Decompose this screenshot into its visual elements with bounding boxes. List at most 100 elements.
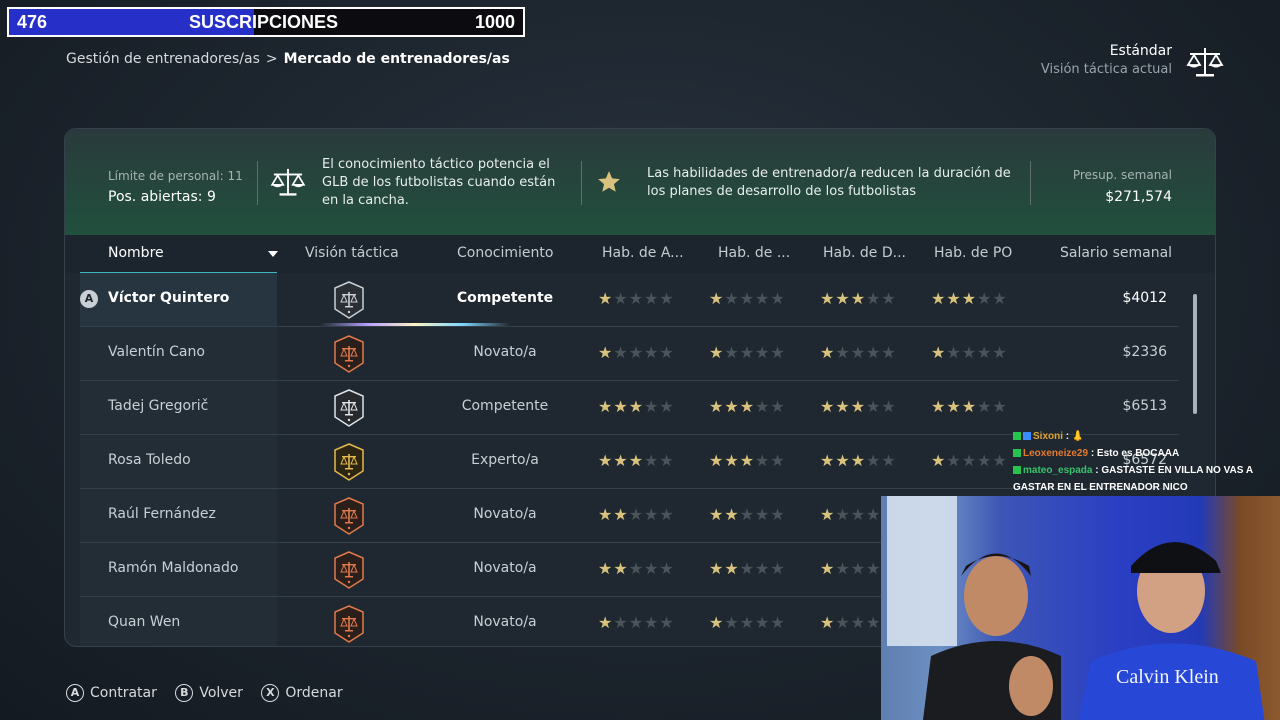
a-button-icon: A (80, 290, 98, 308)
tactic-badge-icon (334, 335, 364, 373)
star-icon: ★ (598, 451, 614, 470)
star-icon: ★ (946, 451, 962, 470)
star-icon: ★ (613, 289, 629, 308)
column-header-salary[interactable]: Salario semanal (1060, 245, 1172, 261)
knowledge-level: Competente (461, 398, 549, 414)
star-icon: ★ (866, 397, 882, 416)
star-icon: ★ (613, 397, 629, 416)
column-header-tactic[interactable]: Visión táctica (305, 245, 399, 261)
star-icon: ★ (739, 505, 756, 524)
skill-rating: ★★★★★ (820, 289, 897, 308)
star-icon: ★ (835, 451, 851, 470)
staff-limit: Límite de personal: 11 (108, 169, 243, 183)
star-icon: ★ (598, 397, 614, 416)
star-icon: ★ (881, 397, 897, 416)
star-icon: ★ (850, 289, 867, 308)
star-icon: ★ (992, 397, 1008, 416)
knowledge-level: Competente (456, 290, 554, 306)
star-icon: ★ (835, 613, 851, 632)
star-icon: ★ (866, 451, 882, 470)
star-icon: ★ (613, 343, 629, 362)
chat-badge-icon (1023, 432, 1031, 441)
star-icon: ★ (628, 613, 645, 632)
star-icon: ★ (628, 343, 645, 362)
subscriber-count: 476 (17, 12, 48, 32)
star-icon: ★ (598, 613, 614, 632)
skill-rating: ★★★★★ (709, 289, 786, 308)
column-header-skill-d[interactable]: Hab. de D... (823, 245, 906, 261)
star-icon: ★ (820, 451, 836, 470)
tactic-badge-icon (334, 443, 364, 481)
star-icon: ★ (659, 613, 675, 632)
tactic-badge-icon (334, 281, 364, 319)
star-icon: ★ (628, 451, 645, 470)
info-banner: Límite de personal: 11 Pos. abiertas: 9 … (65, 129, 1215, 235)
knowledge-level: Novato/a (473, 506, 537, 522)
sort-button[interactable]: X Ordenar (261, 684, 343, 702)
skill-rating: ★★★★★ (709, 397, 786, 416)
star-icon: ★ (992, 289, 1008, 308)
star-icon: ★ (961, 343, 978, 362)
star-icon: ★ (644, 343, 660, 362)
tactic-name: Estándar (1109, 43, 1172, 59)
star-icon: ★ (820, 559, 836, 578)
weekly-budget-label: Presup. semanal (1072, 168, 1172, 182)
scrollbar[interactable] (1193, 294, 1197, 414)
star-icon: ★ (709, 451, 725, 470)
coach-name: Tadej Gregorič (108, 398, 209, 414)
streamer-left-image (923, 553, 1061, 720)
skill-rating: ★★★★★ (598, 559, 675, 578)
column-header-skill-po[interactable]: Hab. de PO (934, 245, 1012, 261)
star-icon (598, 171, 620, 192)
breadcrumb-current: Mercado de entrenadores/as (283, 51, 510, 67)
star-icon: ★ (881, 451, 897, 470)
skill-rating: ★★★★★ (709, 505, 786, 524)
skill-rating: ★★★★★ (709, 451, 786, 470)
star-icon: ★ (961, 397, 978, 416)
hire-button[interactable]: A Contratar (66, 684, 157, 702)
column-header-skill-a[interactable]: Hab. de A... (602, 245, 684, 261)
selection-glow (320, 323, 510, 326)
star-icon: ★ (835, 289, 851, 308)
sort-label: Ordenar (285, 685, 343, 701)
divider (257, 161, 258, 205)
star-icon: ★ (644, 505, 660, 524)
star-icon: ★ (739, 559, 756, 578)
skill-rating: ★★★★★ (931, 289, 1008, 308)
table-header: Nombre Visión táctica Conocimiento Hab. … (65, 235, 1215, 273)
column-header-name[interactable]: Nombre (108, 245, 164, 261)
star-icon: ★ (724, 289, 740, 308)
star-icon: ★ (598, 505, 614, 524)
column-header-knowledge[interactable]: Conocimiento (457, 245, 553, 261)
breadcrumb-parent[interactable]: Gestión de entrenadores/as (66, 51, 260, 67)
table-row[interactable]: Tadej Gregorič Competente ★★★★★ ★★★★★ ★★★★★ ★… (80, 381, 1179, 435)
column-header-skill-b[interactable]: Hab. de ... (718, 245, 790, 261)
star-icon: ★ (628, 289, 645, 308)
star-icon: ★ (866, 289, 882, 308)
weekly-salary: $4012 (1122, 290, 1167, 306)
star-icon: ★ (977, 397, 993, 416)
scales-icon (1186, 48, 1224, 77)
star-icon: ★ (850, 397, 867, 416)
star-icon: ★ (739, 289, 756, 308)
tactic-badge-icon (334, 389, 364, 427)
star-icon: ★ (659, 505, 675, 524)
chevron-right-icon: > (265, 51, 278, 67)
star-icon: ★ (835, 397, 851, 416)
weekly-salary: $6513 (1122, 398, 1167, 414)
star-icon: ★ (820, 505, 836, 524)
table-row[interactable]: Valentín Cano Novato/a ★★★★★ ★★★★★ ★★★★★ ★★★★… (80, 327, 1179, 381)
star-icon: ★ (598, 289, 614, 308)
knowledge-level: Novato/a (473, 614, 537, 630)
star-icon: ★ (628, 505, 645, 524)
back-button[interactable]: B Volver (175, 684, 243, 702)
footer-controls: A Contratar B Volver X Ordenar (66, 684, 357, 702)
skill-rating: ★★★★★ (931, 397, 1008, 416)
open-positions: Pos. abiertas: 9 (108, 189, 216, 205)
star-icon: ★ (755, 289, 771, 308)
sort-down-icon (268, 251, 278, 257)
star-icon: ★ (644, 613, 660, 632)
chat-text: : 👃 (1065, 431, 1085, 442)
table-row[interactable]: A Víctor Quintero Competente ★★★★★ ★★★★★ ★★★★… (80, 273, 1179, 327)
b-button-icon: B (175, 684, 194, 702)
